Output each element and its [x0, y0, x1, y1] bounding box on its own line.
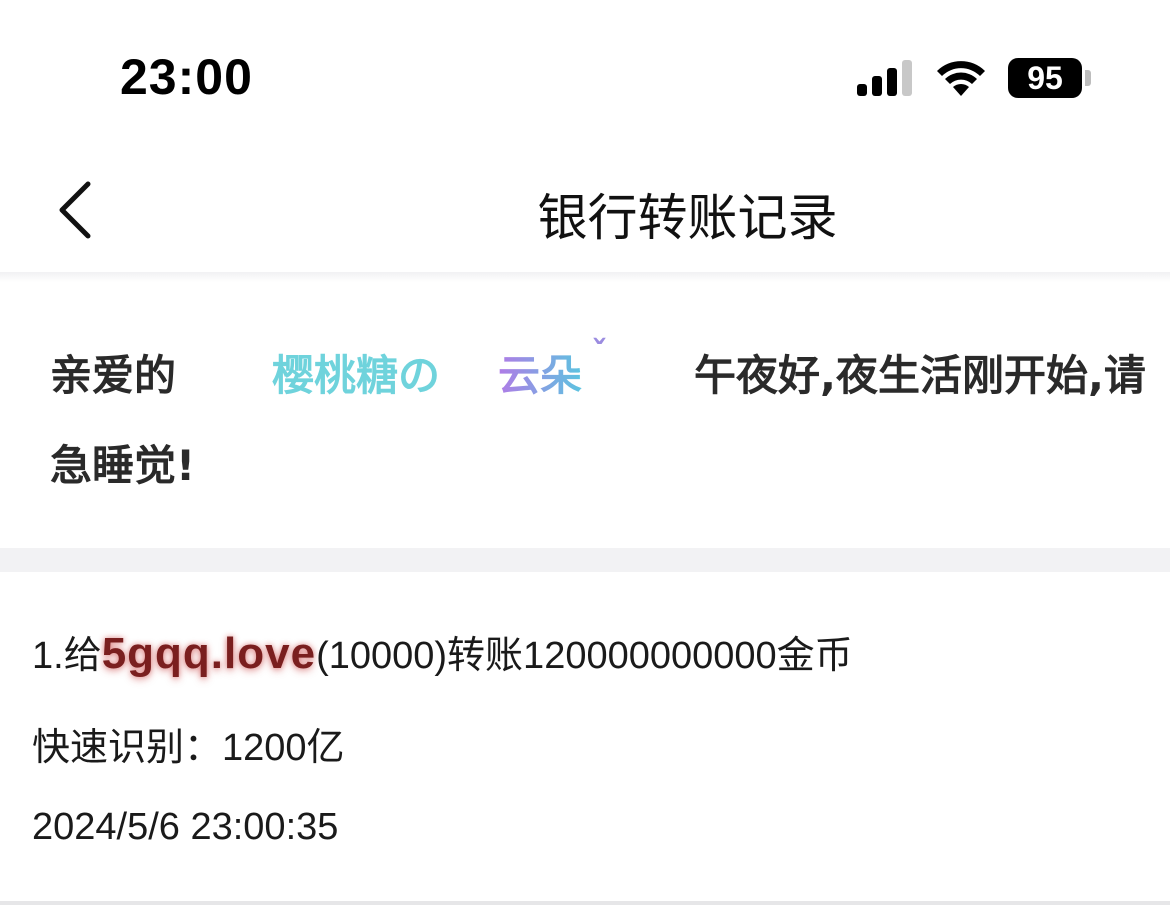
- nav-bar: 银行转账记录: [0, 150, 1170, 272]
- wifi-icon: [937, 61, 985, 96]
- greeting-banner: 亲爱的 樱桃糖の 云朵 ˇ 午夜好,夜生活刚开始,请 急睡觉!: [0, 282, 1170, 548]
- battery-icon: 95: [1008, 58, 1082, 98]
- status-bar: 23:00 95: [0, 0, 1170, 150]
- nav-divider: [0, 272, 1170, 282]
- greeting-message-continued: 急睡觉!: [50, 441, 196, 490]
- user-name-part2: 云朵: [498, 342, 582, 403]
- transfer-record: 1.给5gqq.love(10000)转账120000000000金币 快速识别…: [0, 572, 1170, 905]
- quick-recognition: 快速识别：1200亿: [32, 727, 345, 769]
- section-divider: [0, 548, 1170, 572]
- battery-tip: [1085, 70, 1091, 86]
- signal-icon: [857, 60, 912, 96]
- recipient-name: 5gqq.love: [101, 629, 317, 678]
- transfer-prefix: 1.给: [32, 635, 102, 677]
- user-name-part1: 樱桃糖の: [272, 351, 441, 400]
- status-time: 23:00: [120, 49, 253, 105]
- greeting-prefix: 亲爱的: [50, 351, 177, 400]
- greeting-message: 午夜好,夜生活刚开始,请: [694, 351, 1146, 400]
- user-name-mark: ˇ: [591, 334, 608, 374]
- transfer-description: 1.给5gqq.love(10000)转账120000000000金币: [32, 624, 853, 679]
- bottom-divider: [0, 901, 1170, 905]
- page-title: 银行转账记录: [537, 189, 838, 247]
- transfer-details: (10000)转账120000000000金币: [316, 635, 853, 677]
- transfer-timestamp: 2024/5/6 23:00:35: [32, 806, 339, 848]
